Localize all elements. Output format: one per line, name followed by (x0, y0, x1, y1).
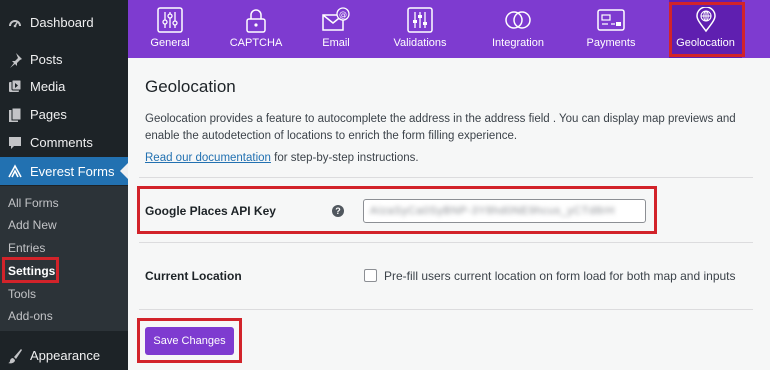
menu-appearance[interactable]: Appearance (0, 342, 128, 369)
brush-icon (7, 348, 23, 364)
tab-geolocation-label: Geolocation (676, 37, 735, 49)
divider (139, 177, 753, 178)
media-icon (7, 79, 23, 95)
menu-dashboard[interactable]: Dashboard (0, 9, 128, 36)
menu-everest-forms-label: Everest Forms (30, 163, 115, 179)
save-changes-button[interactable]: Save Changes (145, 327, 234, 355)
submenu-settings[interactable]: Settings (8, 264, 55, 278)
lock-icon (246, 9, 266, 33)
submenu-add-ons[interactable]: Add-ons (8, 309, 53, 323)
svg-text:@: @ (339, 10, 347, 19)
help-icon[interactable]: ? (332, 205, 344, 217)
everest-forms-icon (7, 163, 23, 179)
documentation-suffix: for step-by-step instructions. (270, 152, 419, 164)
documentation-line: Read our documentation for step-by-step … (145, 152, 419, 164)
submenu-tools[interactable]: Tools (8, 287, 36, 301)
settings-content: Geolocation Geolocation provides a featu… (128, 58, 770, 370)
api-key-label: Google Places API Key (145, 204, 276, 218)
tab-integration[interactable]: Integration (486, 0, 550, 58)
menu-pages-label: Pages (30, 107, 67, 122)
pages-icon (7, 107, 23, 123)
everest-forms-submenu: All Forms Add New Entries Settings Tools… (0, 186, 128, 331)
submenu-add-new[interactable]: Add New (8, 218, 57, 232)
submenu-all-forms[interactable]: All Forms (8, 196, 59, 210)
api-key-input[interactable]: AIzaSyCa0SyBNP-3Y8hd0NE9hcus_yCTd8rH (363, 199, 646, 223)
menu-pages[interactable]: Pages (0, 101, 128, 128)
tab-geolocation[interactable]: Geolocation (669, 0, 742, 58)
page-title: Geolocation (145, 77, 236, 96)
tab-integration-label: Integration (492, 37, 544, 49)
comment-icon (7, 135, 23, 151)
api-key-value: AIzaSyCa0SyBNP-3Y8hd0NE9hcus_yCTd8rH (370, 205, 615, 217)
divider (139, 242, 753, 243)
menu-dashboard-label: Dashboard (30, 15, 94, 30)
tab-email[interactable]: @ Email (316, 0, 356, 58)
globe-pin-icon (695, 7, 716, 33)
menu-appearance-label: Appearance (30, 348, 101, 363)
current-location-checkbox-label[interactable]: Pre-fill users current location on form … (384, 269, 736, 283)
tab-general[interactable]: General (145, 0, 195, 58)
divider (139, 309, 753, 310)
current-location-checkbox[interactable] (364, 269, 377, 282)
pin-icon (7, 52, 23, 68)
admin-sidebar: Dashboard Posts Media Pages Comments Eve… (0, 0, 128, 370)
validations-icon (407, 7, 433, 33)
tab-email-label: Email (322, 37, 350, 49)
sliders-icon (157, 7, 183, 33)
menu-media-label: Media (30, 79, 66, 94)
documentation-link[interactable]: Read our documentation (145, 152, 271, 164)
tab-payments-label: Payments (586, 37, 636, 49)
menu-media[interactable]: Media (0, 73, 128, 100)
menu-posts-label: Posts (30, 52, 63, 67)
tab-payments[interactable]: Payments (583, 0, 639, 58)
dashboard-icon (7, 15, 23, 31)
settings-tab-bar: General CAPTCHA @ Email Validations Inte… (128, 0, 770, 58)
tab-general-label: General (150, 37, 190, 49)
tab-validations-label: Validations (393, 37, 447, 49)
menu-comments[interactable]: Comments (0, 129, 128, 156)
tab-captcha-label: CAPTCHA (229, 37, 283, 49)
current-location-label: Current Location (145, 269, 242, 283)
menu-everest-forms[interactable]: Everest Forms (0, 157, 128, 185)
rings-icon (505, 11, 531, 29)
menu-posts[interactable]: Posts (0, 46, 128, 73)
tab-validations[interactable]: Validations (390, 0, 450, 58)
tab-captcha[interactable]: CAPTCHA (226, 0, 286, 58)
card-icon (597, 9, 625, 31)
submenu-entries[interactable]: Entries (8, 241, 45, 255)
menu-comments-label: Comments (30, 135, 93, 150)
envelope-at-icon: @ (322, 7, 350, 31)
geolocation-description: Geolocation provides a feature to autoco… (145, 113, 736, 142)
